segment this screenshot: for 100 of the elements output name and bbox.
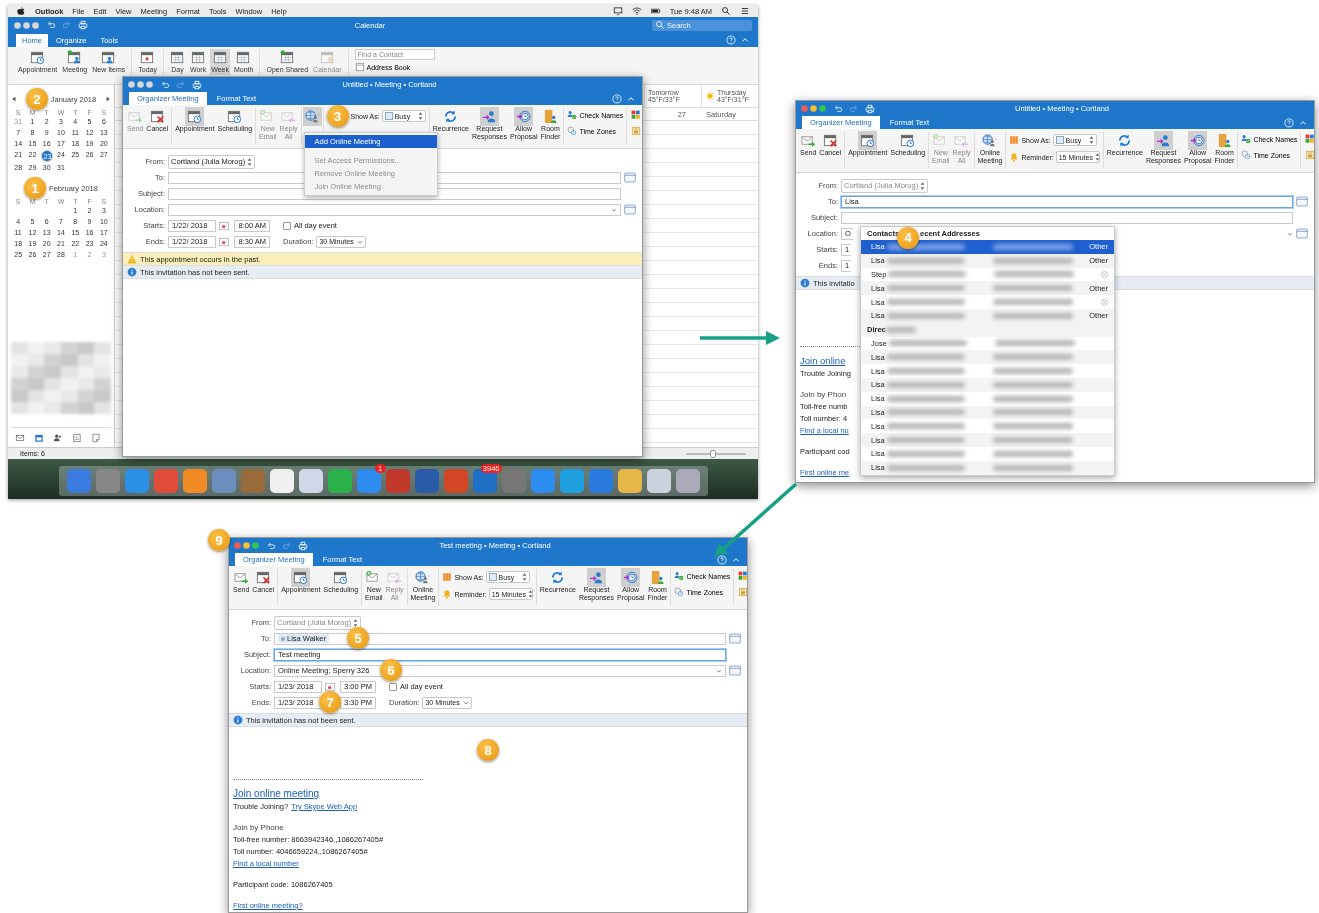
sun-icon — [705, 91, 715, 101]
undo-icon[interactable] — [160, 79, 170, 90]
address-book-icon[interactable] — [729, 665, 741, 676]
display-icon[interactable] — [612, 6, 623, 16]
app-icon[interactable] — [298, 469, 323, 493]
printer-icon[interactable] — [865, 103, 875, 114]
clear-icon[interactable] — [1101, 271, 1108, 278]
door-people-icon — [1216, 133, 1232, 148]
checkbox[interactable] — [389, 682, 397, 691]
note-icon[interactable] — [91, 433, 101, 443]
help-icon[interactable] — [726, 35, 736, 45]
calendar-grid-icon — [190, 50, 206, 65]
stepper-icon — [521, 572, 527, 582]
undo-icon[interactable] — [266, 540, 276, 551]
bell-icon — [442, 589, 453, 599]
circular-arrows-icon — [443, 109, 459, 124]
redo-icon[interactable] — [282, 540, 292, 551]
wifi-icon[interactable] — [631, 6, 642, 16]
envelope-arrow-icon — [387, 570, 403, 585]
calendar-people-icon — [101, 50, 117, 65]
app-icon[interactable] — [472, 469, 497, 493]
slider-thumb[interactable] — [710, 449, 716, 458]
join-meeting-link[interactable]: Join online — [800, 355, 846, 366]
window-controls-icon[interactable] — [128, 81, 154, 88]
categorize-icon[interactable] — [631, 110, 642, 120]
app-icon[interactable] — [182, 469, 207, 493]
step-badge: 5 — [347, 627, 369, 649]
subject-field[interactable] — [841, 211, 1293, 224]
clock-arrow-icon — [623, 570, 639, 585]
next-icon[interactable] — [105, 94, 111, 104]
calendar-grid-icon — [169, 50, 185, 65]
info-icon — [127, 267, 137, 277]
section-heading: Join by Phon — [800, 389, 847, 401]
calendar-picker-icon[interactable] — [219, 236, 229, 247]
app-icon[interactable] — [675, 469, 700, 493]
join-meeting-link[interactable]: Join online meeting — [233, 788, 320, 799]
mail-icon[interactable] — [15, 433, 25, 443]
window-controls-icon[interactable] — [234, 542, 260, 549]
address-book-icon[interactable] — [624, 172, 636, 183]
printer-icon[interactable] — [78, 20, 88, 30]
window-controls-icon[interactable] — [801, 105, 827, 112]
categorize-icon[interactable] — [738, 571, 749, 581]
clock-arrow-icon — [1190, 133, 1206, 148]
search-icon[interactable] — [721, 6, 731, 16]
previous-icon[interactable] — [11, 94, 17, 104]
calendar-key-icon — [319, 50, 335, 65]
menu-icon[interactable] — [740, 6, 750, 16]
envelope-arrow-icon — [954, 133, 970, 148]
people-check-icon — [567, 110, 578, 120]
address-book-icon[interactable] — [624, 204, 636, 215]
checkbox[interactable] — [283, 221, 291, 230]
help-icon[interactable] — [717, 554, 727, 565]
step-badge: 2 — [25, 88, 48, 110]
battery-icon[interactable] — [650, 6, 661, 16]
app-icon[interactable] — [646, 469, 671, 493]
redo-icon[interactable] — [176, 79, 186, 90]
apple-icon[interactable] — [16, 6, 26, 16]
help-icon[interactable] — [1284, 117, 1294, 128]
online-meeting-button[interactable] — [303, 108, 321, 125]
people-check-icon — [1241, 134, 1252, 144]
calendar-clock-icon — [187, 109, 203, 124]
step-badge: 9 — [208, 529, 230, 551]
clear-icon[interactable] — [1101, 298, 1108, 306]
section-heading: Join by Phone — [233, 822, 284, 834]
undo-icon[interactable] — [46, 20, 56, 30]
redo-icon[interactable] — [849, 103, 859, 114]
calendar-person-icon — [67, 50, 83, 65]
location-field[interactable] — [168, 203, 621, 216]
stepper-icon — [920, 180, 926, 191]
window-controls-icon[interactable] — [14, 21, 40, 29]
people-icon[interactable] — [53, 433, 63, 443]
stepper-icon — [1094, 152, 1100, 162]
lock-icon[interactable] — [631, 126, 642, 136]
circular-arrows-icon — [1117, 133, 1133, 148]
printer-icon[interactable] — [192, 79, 202, 90]
clock-icon — [674, 587, 685, 597]
printer-icon[interactable] — [298, 540, 308, 551]
calendar-clock-icon — [227, 109, 243, 124]
calendar-icon[interactable] — [34, 433, 44, 443]
zoom-slider[interactable] — [686, 452, 746, 455]
search-icon — [655, 20, 665, 30]
people-check-icon — [674, 571, 685, 581]
app-icon[interactable] — [269, 469, 294, 493]
undo-icon[interactable] — [833, 103, 843, 114]
calendar-picker-icon[interactable] — [219, 220, 229, 231]
calendar-x-icon — [149, 109, 165, 124]
address-book-icon[interactable] — [1296, 228, 1308, 239]
checklist-icon[interactable] — [72, 433, 82, 443]
app-icon[interactable] — [327, 469, 352, 493]
address-book-icon[interactable] — [729, 633, 741, 644]
calendar-clock-icon — [860, 133, 876, 148]
address-book-icon[interactable] — [1296, 196, 1308, 207]
redo-icon[interactable] — [62, 20, 72, 30]
help-icon[interactable] — [612, 93, 622, 104]
clock-arrow-icon — [516, 109, 532, 124]
calendar-picker-icon[interactable] — [325, 681, 335, 692]
categorize-icon[interactable] — [1305, 134, 1316, 144]
app-icon[interactable] — [617, 469, 642, 493]
lock-icon[interactable] — [738, 587, 749, 597]
lock-icon[interactable] — [1305, 150, 1316, 160]
